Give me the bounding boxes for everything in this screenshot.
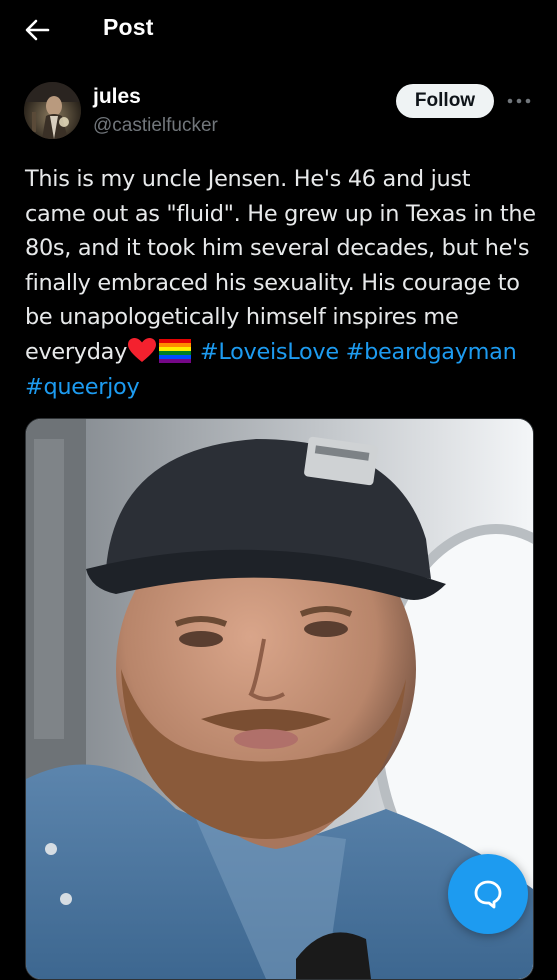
tweet-body: This is my uncle Jensen. He's 46 and jus…: [25, 166, 536, 365]
avatar[interactable]: [24, 82, 81, 139]
arrow-left-icon: [25, 19, 50, 41]
reply-fab-button[interactable]: [448, 854, 528, 934]
tweet-text: This is my uncle Jensen. He's 46 and jus…: [25, 162, 537, 404]
hashtag-link[interactable]: #LoveisLove: [200, 339, 339, 365]
back-button[interactable]: [20, 16, 54, 44]
ellipsis-icon: [507, 98, 531, 104]
page-title: Post: [103, 14, 154, 40]
user-handle[interactable]: @castielfucker: [93, 115, 218, 137]
hashtag-link[interactable]: #queerjoy: [25, 374, 140, 400]
follow-button[interactable]: Follow: [396, 84, 494, 118]
more-options-button[interactable]: [505, 90, 533, 112]
rainbow-flag-icon: [159, 338, 192, 363]
hashtag-link[interactable]: #beardgayman: [346, 339, 517, 365]
red-heart-icon: [128, 337, 157, 362]
reply-bubble-icon: [474, 880, 502, 909]
top-bar: Post: [0, 0, 557, 60]
profile-photo: [24, 82, 81, 139]
display-name[interactable]: jules: [93, 85, 141, 109]
